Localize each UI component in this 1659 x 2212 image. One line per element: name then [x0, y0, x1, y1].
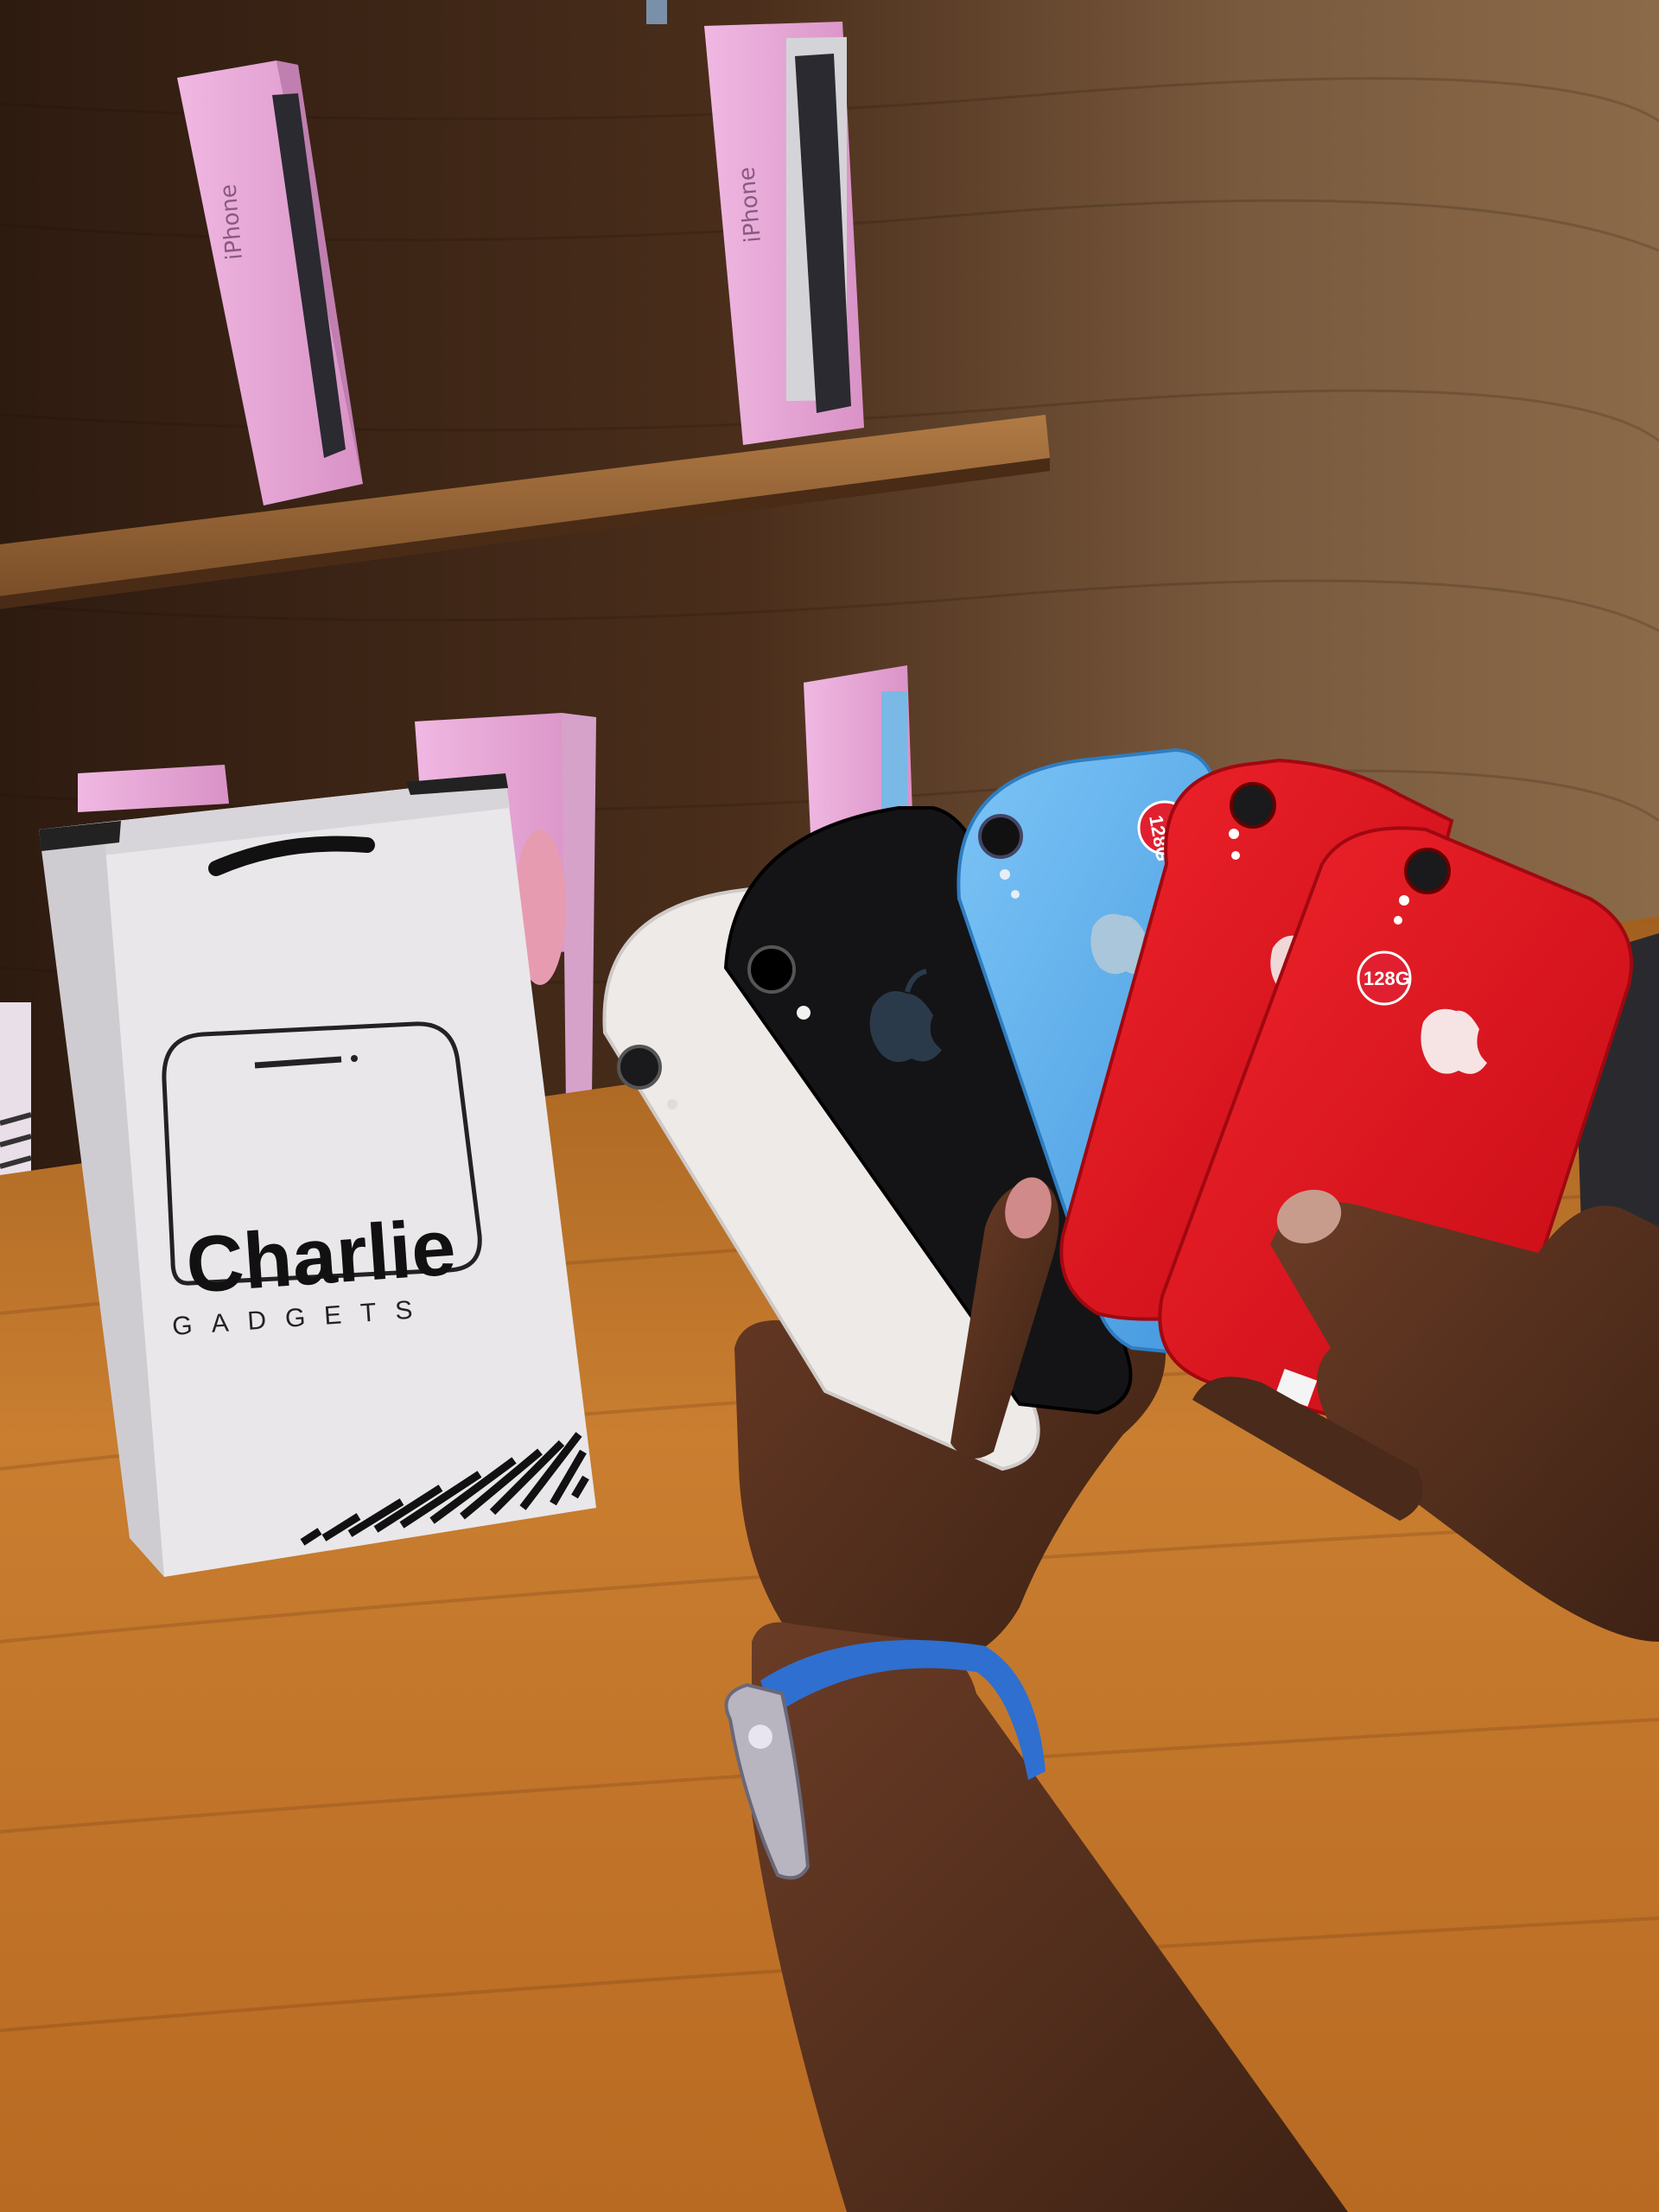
- scene-illustration: iPhone iPhone Charlie GADGETS 128G 128G: [0, 0, 1659, 2212]
- iphone-box: [0, 1002, 32, 1184]
- camera-lens-icon: [617, 1045, 662, 1090]
- photo-scene: iPhone iPhone Charlie GADGETS 128G 128G: [0, 0, 1659, 2212]
- storage-sticker: 128G: [1357, 950, 1412, 1006]
- camera-lens-icon: [978, 814, 1023, 859]
- charlie-gadgets-bag: Charlie GADGETS: [39, 773, 596, 1577]
- bag-brand-name: Charlie: [183, 1203, 458, 1310]
- sticker-label: 128G: [1363, 968, 1410, 989]
- camera-lens-icon: [747, 945, 796, 994]
- camera-lens-icon: [1230, 782, 1276, 829]
- camera-lens-icon: [1404, 848, 1451, 894]
